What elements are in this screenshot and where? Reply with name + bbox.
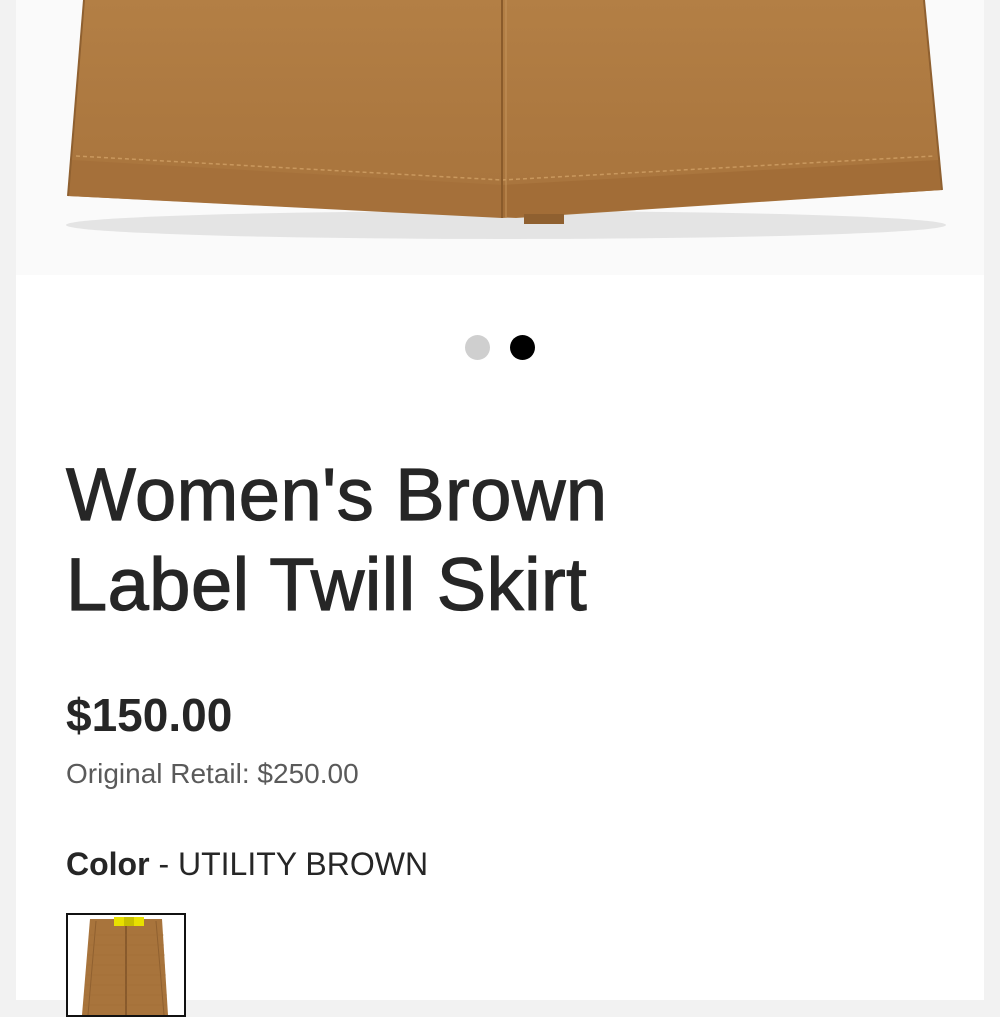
original-retail-label: Original Retail: — [66, 758, 250, 789]
original-retail: Original Retail: $250.00 — [66, 758, 359, 790]
color-label: Color — [66, 846, 150, 882]
color-separator: - — [149, 846, 178, 882]
product-image-carousel[interactable] — [16, 0, 984, 275]
color-selection-label: Color - UTILITY BROWN — [66, 846, 428, 883]
product-page: Women's Brown Label Twill Skirt $150.00 … — [16, 0, 984, 1017]
swatch-skirt-thumbnail — [68, 915, 184, 1015]
original-retail-value: $250.00 — [257, 758, 359, 789]
carousel-pagination — [16, 335, 984, 360]
product-title-line-1: Women's Brown — [65, 452, 608, 536]
skirt-image — [66, 0, 946, 239]
carousel-dot-2[interactable] — [510, 335, 535, 360]
color-value: UTILITY BROWN — [177, 846, 429, 882]
product-title-line-2: Label Twill Skirt — [65, 542, 588, 626]
carousel-dot-1[interactable] — [465, 335, 490, 360]
product-title: Women's Brown Label Twill Skirt — [65, 450, 608, 630]
product-price: $150.00 — [66, 689, 233, 741]
color-swatch-utility-brown[interactable] — [66, 913, 186, 1017]
